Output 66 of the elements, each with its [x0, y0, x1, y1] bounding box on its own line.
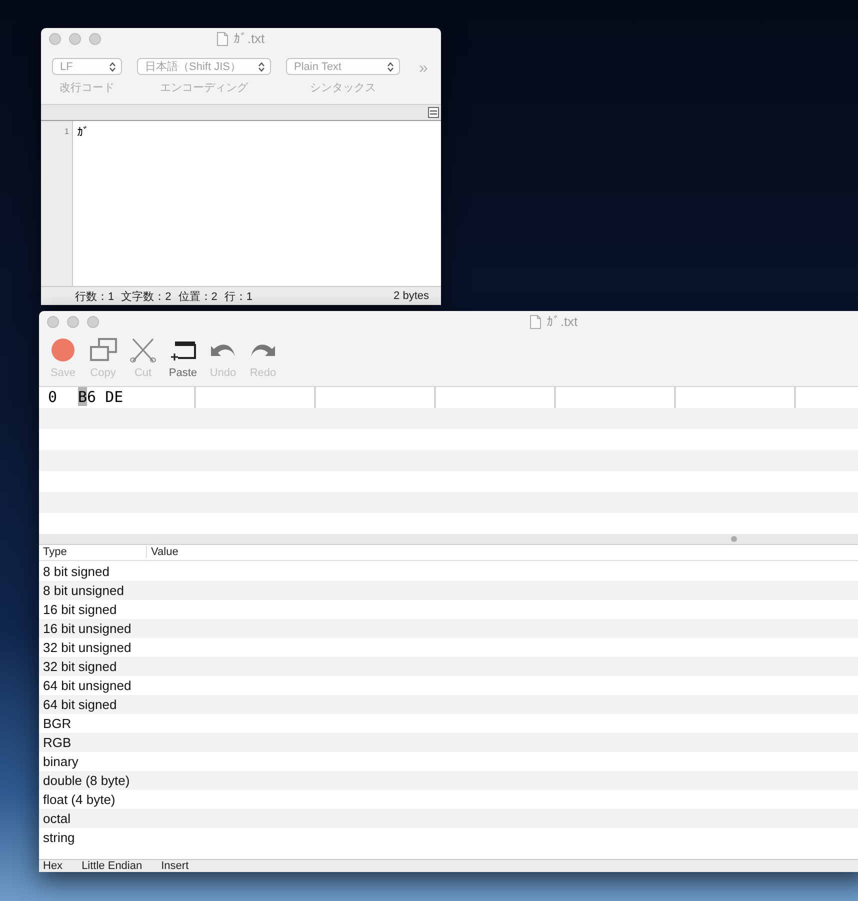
- type-label: double (8 byte): [42, 772, 130, 788]
- toolbar-label: エンコーディング: [160, 81, 248, 95]
- zoom-button[interactable]: [87, 316, 99, 328]
- status-text: 行：1: [224, 290, 252, 304]
- scissors-icon: [129, 336, 157, 363]
- table-row[interactable]: RGB: [39, 732, 858, 752]
- status-text: 行数：1: [75, 290, 114, 304]
- updown-arrows-icon: [109, 62, 116, 72]
- window-title: ｶﾞ.txt: [546, 314, 578, 329]
- type-label: 64 bit unsigned: [42, 678, 132, 693]
- status-text: 位置：2: [178, 290, 218, 304]
- status-text: Hex: [43, 860, 63, 872]
- updown-arrows-icon: [387, 62, 394, 72]
- paste-button[interactable]: Paste: [165, 336, 201, 386]
- table-row[interactable]: 16 bit signed: [39, 600, 858, 619]
- column-header[interactable]: Value: [147, 546, 178, 558]
- type-label: 64 bit signed: [42, 696, 117, 712]
- status-text: 文字数：2: [121, 290, 172, 304]
- column-header[interactable]: Type: [39, 546, 147, 558]
- table-row[interactable]: 8 bit unsigned: [39, 580, 858, 600]
- zoom-button[interactable]: [89, 33, 101, 45]
- type-label: float (4 byte): [42, 792, 116, 807]
- table-row[interactable]: binary: [39, 752, 858, 771]
- type-label: 16 bit unsigned: [42, 620, 132, 636]
- text-area[interactable]: ｶﾞ: [73, 121, 441, 286]
- table-row[interactable]: 64 bit signed: [39, 694, 858, 714]
- toolbar-label: 改行コード: [60, 81, 114, 95]
- document-icon: [217, 32, 228, 46]
- table-row[interactable]: 16 bit unsigned: [39, 618, 858, 638]
- table-row[interactable]: double (8 byte): [39, 770, 858, 790]
- table-row[interactable]: octal: [39, 808, 858, 828]
- document-icon: [530, 314, 542, 328]
- minimize-button[interactable]: [67, 316, 79, 328]
- status-text: Insert: [161, 860, 189, 872]
- table-row[interactable]: string: [39, 828, 858, 847]
- type-label: string: [42, 830, 75, 845]
- minimize-button[interactable]: [69, 33, 81, 45]
- table-row[interactable]: 32 bit unsigned: [39, 638, 858, 657]
- type-label: BGR: [42, 716, 72, 731]
- toolbar-label: シンタックス: [310, 81, 376, 95]
- table-row[interactable]: 64 bit unsigned: [39, 676, 858, 695]
- type-label: 8 bit unsigned: [42, 582, 124, 598]
- close-button[interactable]: [49, 33, 61, 45]
- copy-icon: [89, 336, 117, 363]
- table-row[interactable]: float (4 byte): [39, 790, 858, 809]
- status-text: Little Endian: [82, 860, 142, 872]
- type-label: binary: [42, 754, 78, 769]
- line-number: 1: [64, 127, 70, 138]
- table-row[interactable]: 32 bit signed: [39, 656, 858, 676]
- type-label: 32 bit unsigned: [42, 640, 132, 655]
- type-label: 32 bit signed: [42, 658, 117, 674]
- offset-text: 0: [48, 388, 58, 406]
- hex-byte[interactable]: B6: [78, 388, 96, 406]
- type-label: 8 bit signed: [42, 564, 110, 579]
- type-label: octal: [42, 810, 70, 826]
- window-title: ｶﾞ.txt: [233, 31, 265, 46]
- updown-arrows-icon: [258, 62, 265, 72]
- type-label: 16 bit signed: [42, 602, 117, 617]
- type-label: RGB: [42, 734, 72, 750]
- split-view-icon: [428, 107, 439, 118]
- close-button[interactable]: [47, 316, 59, 328]
- file-size-text: 2 bytes: [394, 290, 429, 302]
- text-line: ｶﾞ: [77, 125, 90, 140]
- hex-byte[interactable]: DE: [105, 388, 124, 406]
- divider-handle-icon[interactable]: [731, 536, 737, 542]
- record-icon: [49, 336, 77, 363]
